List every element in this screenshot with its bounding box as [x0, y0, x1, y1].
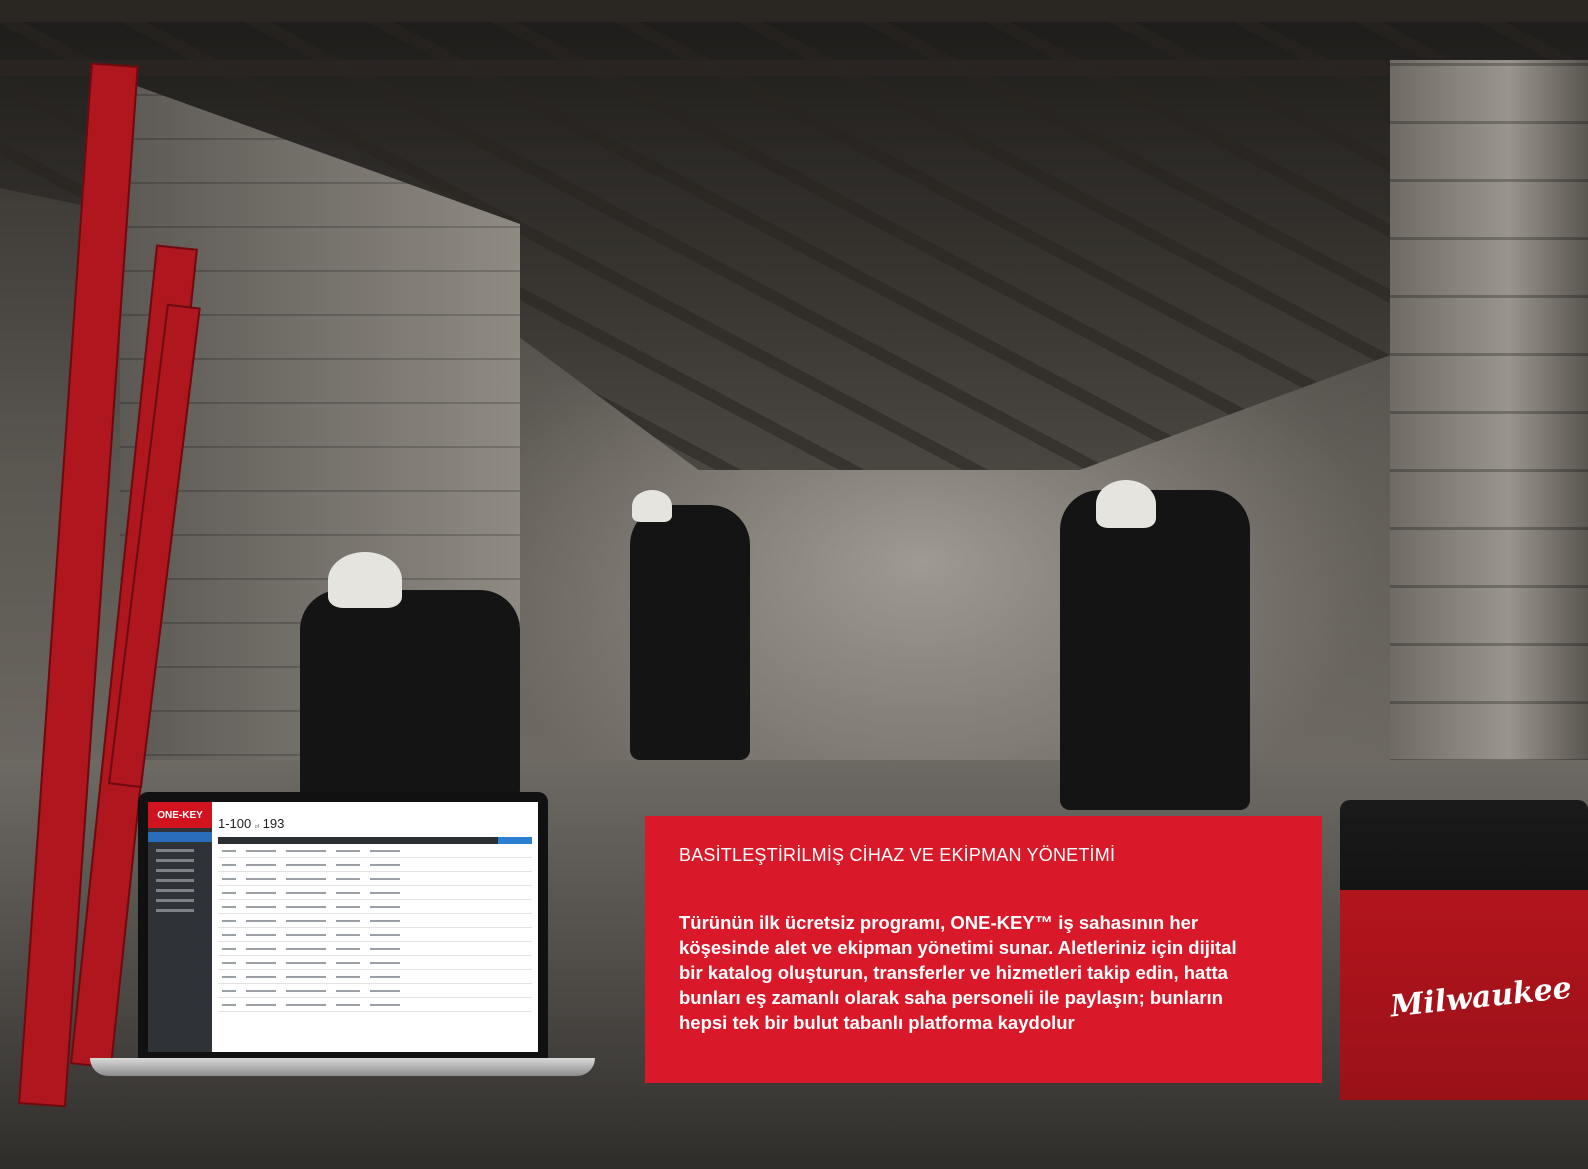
block-pillar [1390, 60, 1588, 820]
sidebar-item [156, 879, 194, 882]
table-row [218, 984, 532, 998]
worker-left [300, 590, 520, 800]
tool-bag: Milwaukee [1340, 800, 1588, 1100]
record-count: 1-100 of 193 [218, 816, 285, 831]
laptop-base [90, 1058, 595, 1076]
app-main: 1-100 of 193 [212, 802, 538, 1052]
count-range: 1-100 [218, 816, 252, 831]
table-header [218, 837, 532, 844]
sidebar-item [156, 849, 194, 852]
laptop: ONE-KEY 1-100 of 193 [138, 792, 548, 1060]
helmet [328, 552, 402, 608]
helmet [1096, 480, 1156, 528]
ceiling-beam [0, 60, 1588, 76]
ceiling-beam [0, 0, 1588, 22]
table-row [218, 900, 532, 914]
table-row [218, 872, 532, 886]
worker-right [1060, 490, 1250, 810]
sidebar-item [156, 859, 194, 862]
milwaukee-logo: Milwaukee [1388, 970, 1574, 1025]
callout-heading: BASİTLEŞTİRİLMİŞ CİHAZ VE EKİPMAN YÖNETİ… [679, 845, 1116, 865]
sidebar-active-item [148, 832, 212, 842]
callout-body: Türünün ilk ücretsiz programı, ONE-KEY™ … [679, 912, 1237, 1033]
table-row [218, 928, 532, 942]
sidebar-item [156, 899, 194, 902]
table-row [218, 942, 532, 956]
laptop-screen: ONE-KEY 1-100 of 193 [148, 802, 538, 1052]
worker-center [630, 505, 750, 760]
table-row [218, 844, 532, 858]
header-accent [498, 837, 532, 844]
table-row [218, 956, 532, 970]
laptop-lid: ONE-KEY 1-100 of 193 [138, 792, 548, 1060]
table-row [218, 858, 532, 872]
table-row [218, 970, 532, 984]
table-row [218, 886, 532, 900]
sidebar-item [156, 869, 194, 872]
table-row [218, 998, 532, 1012]
count-total: 193 [262, 816, 285, 831]
sidebar-item [156, 889, 194, 892]
one-key-logo: ONE-KEY [148, 802, 212, 828]
sidebar-item [156, 909, 194, 912]
helmet [632, 490, 672, 522]
feature-callout: BASİTLEŞTİRİLMİŞ CİHAZ VE EKİPMAN YÖNETİ… [645, 816, 1322, 1083]
app-sidebar: ONE-KEY [148, 802, 212, 1052]
table-row [218, 914, 532, 928]
